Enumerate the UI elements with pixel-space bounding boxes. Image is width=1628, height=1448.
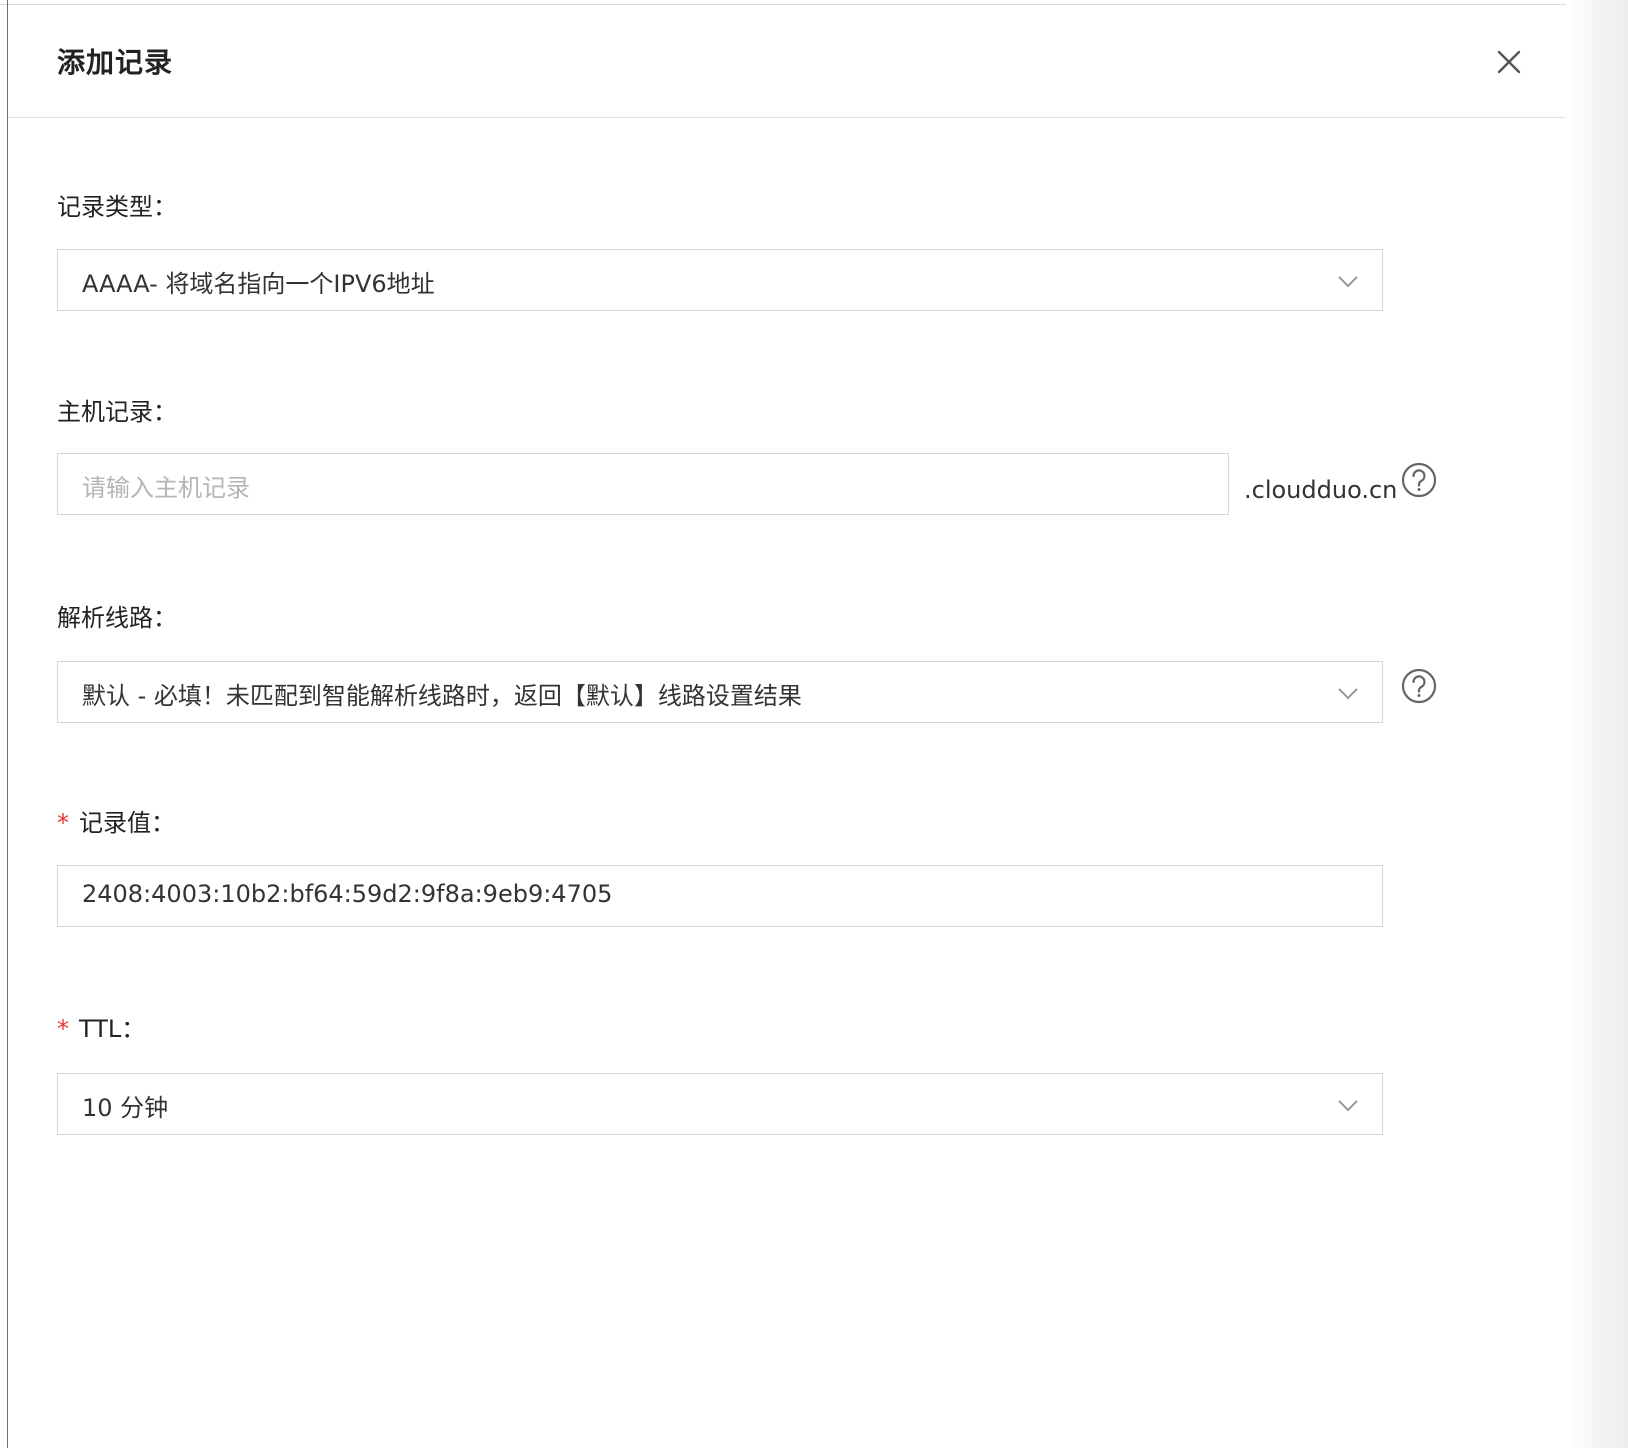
required-mark: * xyxy=(57,809,69,837)
host-record-input[interactable]: 请输入主机记录 xyxy=(57,453,1229,515)
dialog-title: 添加记录 xyxy=(57,46,174,79)
question-circle-icon xyxy=(1401,462,1437,498)
close-button[interactable] xyxy=(1494,47,1524,77)
record-value-text: 2408:4003:10b2:bf64:59d2:9f8a:9eb9:4705 xyxy=(82,880,613,908)
ttl-label-row: * TTL： xyxy=(57,1009,145,1044)
record-value-label: 记录值： xyxy=(79,809,175,837)
close-icon xyxy=(1497,50,1521,74)
resolution-line-help-icon[interactable] xyxy=(1400,667,1438,705)
host-record-label: 主机记录： xyxy=(57,398,177,426)
ttl-label: TTL： xyxy=(79,1015,146,1043)
resolution-line-value: 默认 - 必填！未匹配到智能解析线路时，返回【默认】线路设置结果 xyxy=(82,682,802,710)
host-record-help-icon[interactable] xyxy=(1400,461,1438,499)
resolution-line-select[interactable]: 默认 - 必填！未匹配到智能解析线路时，返回【默认】线路设置结果 xyxy=(57,661,1383,723)
chevron-down-icon xyxy=(1338,276,1358,288)
question-circle-icon xyxy=(1401,668,1437,704)
chevron-down-icon xyxy=(1338,1100,1358,1112)
host-record-placeholder: 请输入主机记录 xyxy=(82,474,250,502)
record-value-label-row: * 记录值： xyxy=(57,803,175,838)
record-value-input[interactable]: 2408:4003:10b2:bf64:59d2:9f8a:9eb9:4705 xyxy=(57,865,1383,927)
add-record-dialog: 添加记录 记录类型： AAAA- 将域名指向一个IPV6地址 主机记录： 请输入… xyxy=(8,5,1566,1448)
record-type-value: AAAA- 将域名指向一个IPV6地址 xyxy=(82,270,435,298)
record-type-select[interactable]: AAAA- 将域名指向一个IPV6地址 xyxy=(57,249,1383,311)
ttl-select[interactable]: 10 分钟 xyxy=(57,1073,1383,1135)
record-type-label: 记录类型： xyxy=(57,193,177,221)
dialog-header: 添加记录 xyxy=(8,5,1566,118)
right-shadow xyxy=(1566,0,1628,1448)
domain-suffix: .cloudduo.cn xyxy=(1244,476,1398,504)
resolution-line-label: 解析线路： xyxy=(57,604,177,632)
chevron-down-icon xyxy=(1338,688,1358,700)
dialog-frame: 添加记录 记录类型： AAAA- 将域名指向一个IPV6地址 主机记录： 请输入… xyxy=(0,0,1628,1448)
required-mark: * xyxy=(57,1015,69,1043)
ttl-value: 10 分钟 xyxy=(82,1094,169,1122)
